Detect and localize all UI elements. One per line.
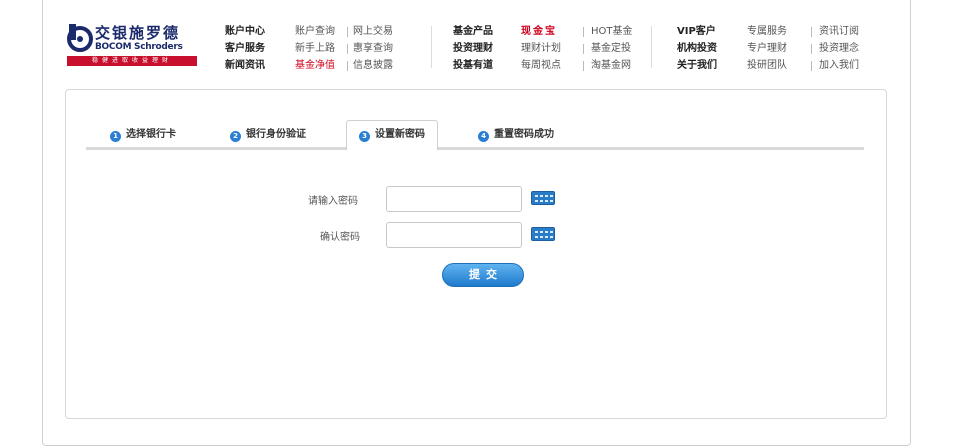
virtual-keyboard-icon[interactable] [531, 191, 555, 205]
tab-label: 选择银行卡 [126, 129, 176, 140]
nav-link[interactable]: 基金产品 [453, 24, 493, 40]
nav-separator [583, 61, 584, 71]
nav-link[interactable]: 惠享查询 [353, 41, 393, 57]
nav-separator [347, 44, 348, 54]
nav-separator [811, 61, 812, 71]
bocom-schroders-logo[interactable]: 交银施罗德 BOCOM Schroders 稳健进取收益理财 [67, 22, 199, 72]
password-label: 请输入密码 [308, 196, 358, 207]
confirm-password-input[interactable] [386, 222, 522, 248]
step-number-icon: 2 [230, 131, 241, 142]
nav-link[interactable]: 基金净值 [295, 58, 335, 74]
tabs-underline [86, 147, 864, 150]
tab-reset-password-success[interactable]: 4 重置密码成功 [478, 124, 554, 150]
nav-link[interactable]: 客户服务 [225, 41, 265, 57]
nav-separator [811, 27, 812, 37]
nav-separator [583, 27, 584, 37]
nav-link[interactable]: 淘基金网 [591, 58, 631, 74]
nav-link[interactable]: 机构投资 [677, 41, 717, 57]
nav-separator [347, 61, 348, 71]
tab-label: 银行身份验证 [246, 129, 306, 140]
logo-english-name: BOCOM Schroders [95, 42, 183, 52]
nav-link[interactable]: 资讯订阅 [819, 24, 859, 40]
tab-label: 重置密码成功 [494, 129, 554, 140]
nav-link[interactable]: 网上交易 [353, 24, 393, 40]
tab-select-bank-card[interactable]: 1 选择银行卡 [110, 124, 176, 150]
nav-divider [651, 26, 652, 68]
nav-link[interactable]: 投基有道 [453, 58, 493, 74]
submit-button[interactable]: 提交 [442, 263, 524, 287]
nav-divider [431, 26, 432, 68]
virtual-keyboard-icon[interactable] [531, 227, 555, 241]
nav-link[interactable]: 投资理财 [453, 41, 493, 57]
page-frame: 交银施罗德 BOCOM Schroders 稳健进取收益理财 账户中心 客户服务新… [42, 0, 911, 446]
tab-set-new-password[interactable]: 3 设置新密码 [346, 120, 438, 150]
nav-separator [811, 44, 812, 54]
nav-link[interactable]: 理财计划 [521, 41, 561, 57]
step-number-icon: 1 [110, 131, 121, 142]
nav-link[interactable]: 加入我们 [819, 58, 859, 74]
nav-link[interactable]: 关于我们 [677, 58, 717, 74]
nav-link[interactable]: 账户查询 [295, 24, 335, 40]
nav-link[interactable]: 每周视点 [521, 58, 561, 74]
logo-slogan: 稳健进取收益理财 [67, 56, 197, 66]
nav-link[interactable]: 信息披露 [353, 58, 393, 74]
nav-separator [347, 27, 348, 37]
nav-link[interactable]: HOT基金 [591, 24, 633, 40]
logo-chinese-name: 交银施罗德 [95, 24, 181, 42]
tab-label: 设置新密码 [375, 129, 425, 140]
nav-link[interactable]: 投资理念 [819, 41, 859, 57]
nav-link[interactable]: 基金定投 [591, 41, 631, 57]
nav-link[interactable]: 专属服务 [747, 24, 787, 40]
confirm-password-label: 确认密码 [320, 232, 360, 243]
logo-mark-icon [67, 24, 93, 52]
nav-link[interactable]: 新闻资讯 [225, 58, 265, 74]
step-number-icon: 4 [478, 131, 489, 142]
nav-link[interactable]: 新手上路 [295, 41, 335, 57]
nav-link[interactable]: 投研团队 [747, 58, 787, 74]
tab-bank-identity-verification[interactable]: 2 银行身份验证 [230, 124, 306, 150]
nav-link[interactable]: VIP客户 [677, 24, 716, 40]
nav-link[interactable]: 账户中心 [225, 24, 265, 40]
nav-separator [583, 44, 584, 54]
step-tabs: 1 选择银行卡 2 银行身份验证 3 设置新密码 4 重置密码成功 [86, 120, 864, 150]
reset-password-panel: 1 选择银行卡 2 银行身份验证 3 设置新密码 4 重置密码成功 请输入密码 确认密码… [65, 89, 887, 419]
nav-link[interactable]: 现金宝 [521, 24, 557, 40]
password-input[interactable] [386, 186, 522, 212]
step-number-icon: 3 [359, 131, 370, 142]
nav-link[interactable]: 专户理财 [747, 41, 787, 57]
